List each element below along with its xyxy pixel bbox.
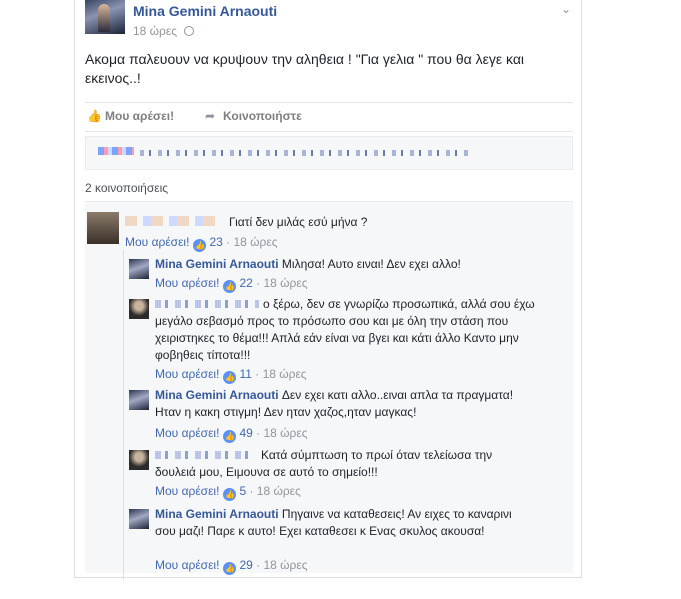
reply-meta: Μου αρέσει! 👍 22 · 18 ώρες bbox=[155, 276, 308, 293]
comment-meta: Μου αρέσει! 👍 23 · 18 ώρες bbox=[125, 235, 278, 252]
reply-meta: Μου αρέσει! 👍 29 · 18 ώρες bbox=[155, 558, 308, 575]
like-button-label: Μου αρέσει! bbox=[105, 109, 175, 123]
like-reaction-icon[interactable]: 👍 bbox=[193, 239, 207, 252]
comment-time[interactable]: 18 ώρες bbox=[233, 235, 277, 249]
comments-section: Γιατί δεν μιλάς εσύ μήνα ? Μου αρέσει! 👍 2… bbox=[85, 201, 573, 580]
reply-avatar[interactable] bbox=[129, 259, 149, 279]
post-text: Ακομα παλευουν να κρυψουν την αληθεια ! … bbox=[85, 51, 525, 86]
pixelated-text bbox=[140, 150, 470, 156]
reply-meta: Μου αρέσει! 👍 49 · 18 ώρες bbox=[155, 426, 308, 443]
pixelated-name bbox=[98, 147, 134, 155]
post-card: Mina Gemini Arnaouti 18 ώρες ⌄ Ακομα παλ… bbox=[74, 0, 582, 580]
reply-time[interactable]: 18 ώρες bbox=[263, 558, 307, 572]
reply-avatar[interactable] bbox=[129, 509, 149, 529]
reply-content: Mina Gemini Arnaouti Δεν εχει κατι αλλο.… bbox=[155, 387, 535, 421]
author-avatar[interactable] bbox=[85, 0, 125, 34]
like-reaction-icon[interactable]: 👍 bbox=[223, 562, 237, 575]
reply-time[interactable]: 18 ώρες bbox=[263, 276, 307, 290]
reply-like-count[interactable]: 5 bbox=[239, 484, 246, 498]
reply-text: Κατά σύμπτωση το πρωί όταν τελείωσα την … bbox=[155, 448, 493, 479]
reply-like-link[interactable]: Μου αρέσει! bbox=[155, 484, 219, 498]
reply-time[interactable]: 18 ώρες bbox=[263, 367, 307, 381]
comment-like-link[interactable]: Μου αρέσει! bbox=[125, 235, 189, 249]
reply-author-name[interactable]: Mina Gemini Arnaouti bbox=[155, 388, 279, 402]
reply-avatar[interactable] bbox=[129, 390, 149, 410]
reply-like-count[interactable]: 11 bbox=[239, 367, 251, 381]
reply-time[interactable]: 18 ώρες bbox=[263, 426, 307, 440]
globe-icon bbox=[184, 26, 195, 36]
post-author-name[interactable]: Mina Gemini Arnaouti bbox=[133, 3, 277, 19]
reply-author-name[interactable]: Mina Gemini Arnaouti bbox=[155, 257, 279, 271]
share-button[interactable]: ➦ Κοινοποιήστε bbox=[205, 109, 302, 123]
reply-thread-line bbox=[123, 250, 124, 580]
reply-time[interactable]: 18 ώρες bbox=[257, 484, 301, 498]
shares-count[interactable]: 2 κοινοποιήσεις bbox=[85, 181, 168, 195]
comment-like-count[interactable]: 23 bbox=[209, 235, 222, 249]
reply-meta: Μου αρέσει! 👍 11 · 18 ώρες bbox=[155, 367, 307, 384]
reply-like-link[interactable]: Μου αρέσει! bbox=[155, 367, 219, 381]
reply-like-count[interactable]: 49 bbox=[239, 426, 252, 440]
post-action-bar: 👍 Μου αρέσει! ➦ Κοινοποιήστε bbox=[85, 102, 573, 132]
reply-like-count[interactable]: 29 bbox=[239, 558, 252, 572]
reply-like-count[interactable]: 22 bbox=[239, 276, 252, 290]
commenter-avatar[interactable] bbox=[87, 212, 119, 244]
reply-like-link[interactable]: Μου αρέσει! bbox=[155, 558, 219, 572]
chevron-down-icon[interactable]: ⌄ bbox=[561, 2, 571, 16]
reply-content: Mina Gemini Arnaouti Πηγαινε να καταθεσε… bbox=[155, 506, 535, 540]
reply-avatar[interactable] bbox=[129, 450, 149, 470]
like-button[interactable]: 👍 Μου αρέσει! bbox=[87, 109, 174, 123]
reply-author-name[interactable]: Mina Gemini Arnaouti bbox=[155, 507, 279, 521]
post-timestamp[interactable]: 18 ώρες bbox=[133, 24, 195, 38]
pixelated-name bbox=[125, 216, 215, 226]
post-time-text[interactable]: 18 ώρες bbox=[133, 24, 177, 38]
share-arrow-icon: ➦ bbox=[205, 109, 216, 123]
like-reaction-icon[interactable]: 👍 bbox=[223, 488, 237, 501]
reply-like-link[interactable]: Μου αρέσει! bbox=[155, 426, 219, 440]
like-reaction-icon[interactable]: 👍 bbox=[223, 371, 237, 384]
reply-meta: Μου αρέσει! 👍 5 · 18 ώρες bbox=[155, 484, 301, 501]
reactions-row-pixelated bbox=[85, 136, 573, 170]
reply-text: Μιλησα! Αυτο ειναι! Δεν εχει αλλο! bbox=[281, 257, 461, 271]
reply-text: ο ξέρω, δεν σε γνωρίζω προσωπικά, αλλά σ… bbox=[155, 297, 535, 362]
reply-content: Mina Gemini Arnaouti Μιλησα! Αυτο ειναι!… bbox=[155, 256, 461, 273]
share-button-label: Κοινοποιήστε bbox=[223, 109, 302, 123]
reply-like-link[interactable]: Μου αρέσει! bbox=[155, 276, 219, 290]
comment-text: Γιατί δεν μιλάς εσύ μήνα ? bbox=[229, 215, 368, 229]
like-reaction-icon[interactable]: 👍 bbox=[223, 280, 237, 293]
thumbs-up-icon: 👍 bbox=[87, 109, 102, 123]
reply-avatar[interactable] bbox=[129, 299, 149, 319]
like-reaction-icon[interactable]: 👍 bbox=[223, 430, 237, 443]
